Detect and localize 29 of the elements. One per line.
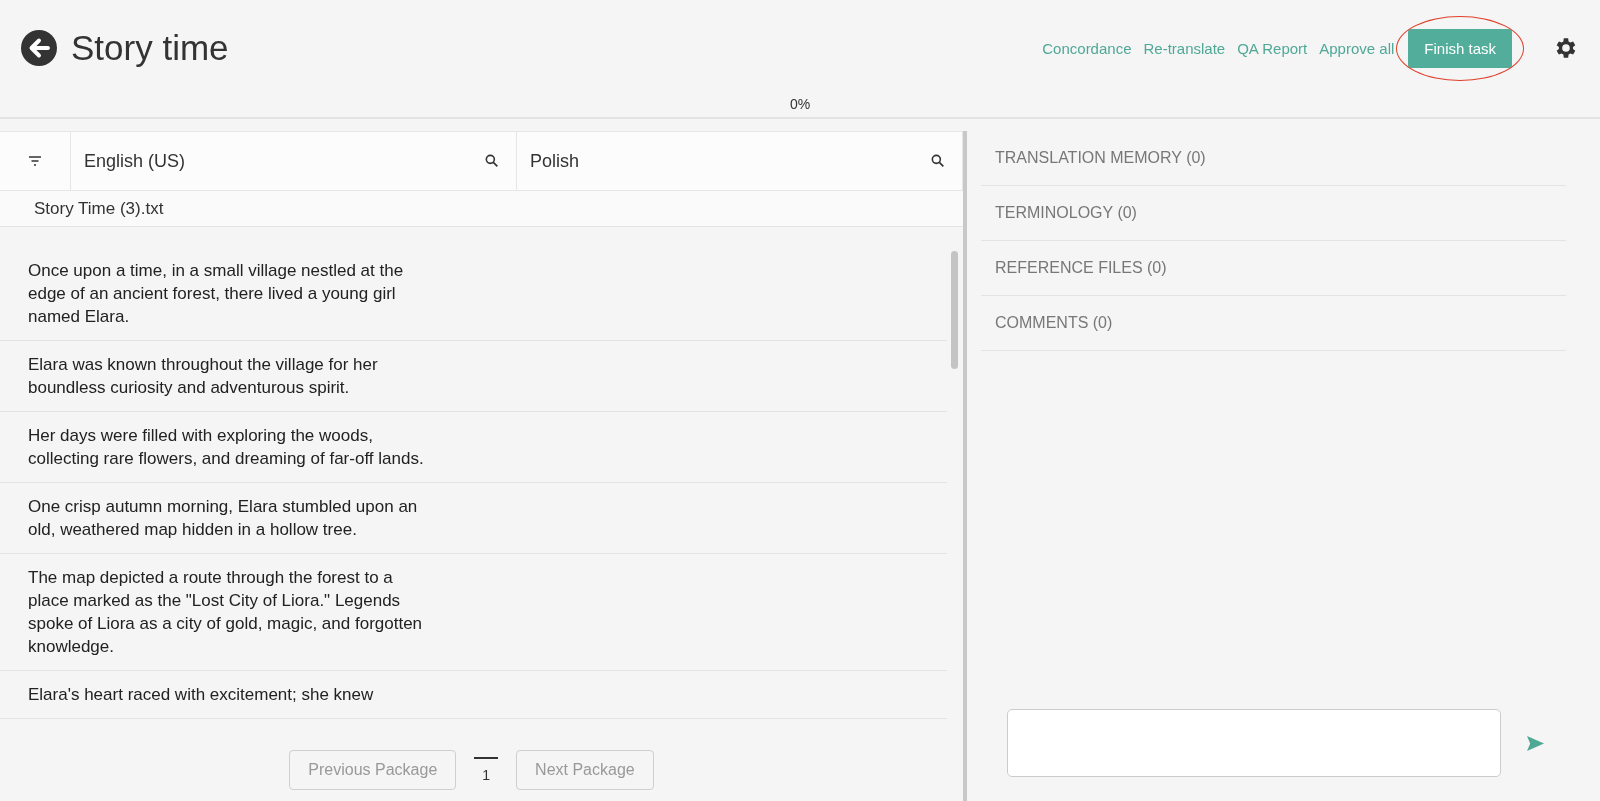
source-segment[interactable]: Her days were filled with exploring the woods, collecting rare flowers, and dreaming of far-off lands. bbox=[28, 424, 433, 470]
finish-task-button[interactable]: Finish task bbox=[1408, 28, 1512, 68]
page-title: Story time bbox=[71, 28, 229, 68]
panel-section-header[interactable]: TRANSLATION MEMORY (0) bbox=[981, 131, 1566, 186]
toolbar-link[interactable]: QA Report bbox=[1237, 39, 1308, 57]
filter-icon[interactable] bbox=[28, 156, 42, 166]
previous-package-button[interactable]: Previous Package bbox=[289, 750, 457, 790]
comment-input-field[interactable] bbox=[1007, 709, 1501, 777]
send-icon[interactable] bbox=[1527, 735, 1544, 751]
toolbar-link[interactable]: Re-translate bbox=[1143, 39, 1226, 57]
panel-section-header[interactable]: REFERENCE FILES (0) bbox=[981, 241, 1566, 296]
search-icon[interactable] bbox=[930, 153, 946, 169]
page-number: 1 bbox=[474, 757, 499, 783]
column-header: Polish bbox=[530, 150, 580, 172]
toolbar-link[interactable]: Concordance bbox=[1042, 39, 1132, 57]
next-package-button[interactable]: Next Package bbox=[516, 750, 654, 790]
progress-label: 0% bbox=[789, 96, 811, 112]
column-header: English (US) bbox=[84, 150, 186, 172]
scrollbar-thumb[interactable] bbox=[951, 251, 958, 369]
toolbar-link[interactable]: Approve all bbox=[1319, 39, 1395, 57]
source-segment[interactable]: The map depicted a route through the forest to a place marked as the "Lost City of Liora." Legends spoke of Liora as a city of gold, magic, and forgotten knowledge. bbox=[28, 566, 433, 658]
source-segment[interactable]: One crisp autumn morning, Elara stumbled upon an old, weathered map hidden in a hollow tree. bbox=[28, 495, 433, 541]
source-segment[interactable]: Elara's heart raced with excitement; she knew bbox=[28, 683, 433, 706]
source-segment[interactable]: Elara was known throughout the village for her boundless curiosity and adventurous spirit. bbox=[28, 353, 433, 399]
source-segment[interactable]: Once upon a time, in a small village nestled at the edge of an ancient forest, there lived a young girl named Elara. bbox=[28, 259, 433, 328]
search-icon[interactable] bbox=[484, 153, 500, 169]
file-name: Story Time (3).txt bbox=[0, 191, 963, 227]
panel-section-header[interactable]: TERMINOLOGY (0) bbox=[981, 186, 1566, 241]
panel-section-header[interactable]: COMMENTS (0) bbox=[981, 296, 1566, 351]
